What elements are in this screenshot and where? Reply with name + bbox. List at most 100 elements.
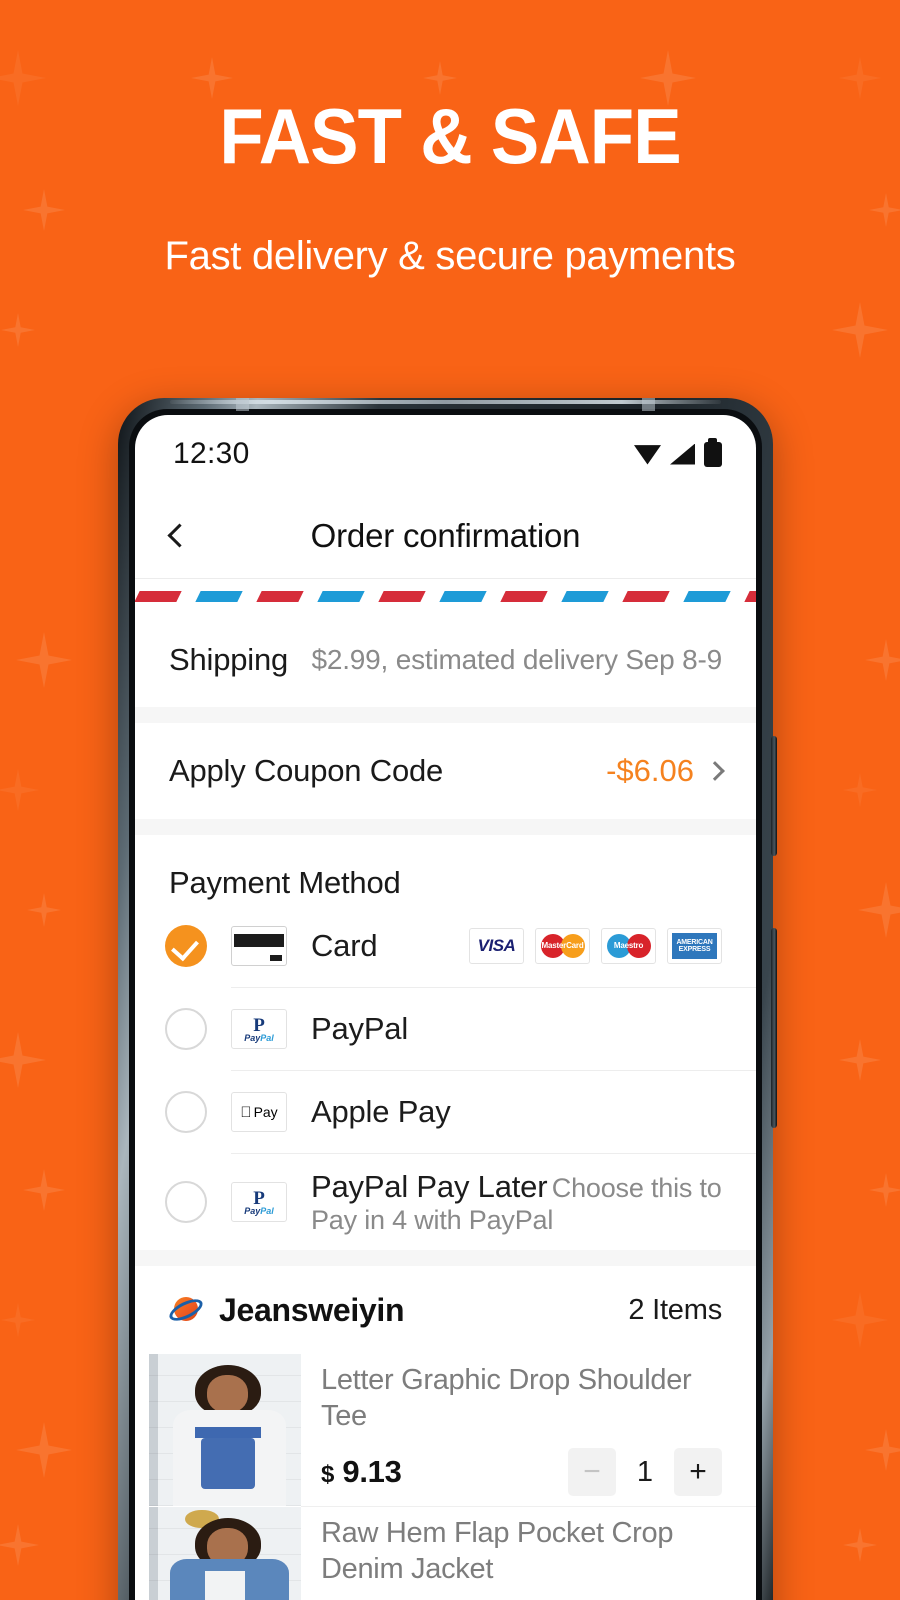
shipping-label: Shipping: [169, 642, 289, 677]
chevron-right-icon: [705, 761, 725, 781]
sparkle-icon: [1, 313, 35, 347]
product-details: Letter Graphic Drop Shoulder Tee $ 9.13 …: [301, 1354, 722, 1506]
sparkle-icon: [16, 632, 72, 688]
status-icons: [634, 437, 722, 467]
mastercard-wordmark: MasterCard: [541, 941, 584, 950]
payment-option-card[interactable]: Card VISA MasterCard Maestro AMERICAN EX…: [135, 905, 756, 987]
sparkle-icon: [23, 1169, 65, 1211]
decorative-dashed-stripe: [135, 579, 756, 613]
coupon-amount: -$6.06: [606, 753, 694, 788]
store-item-count: 2 Items: [628, 1293, 722, 1326]
amex-line-2: EXPRESS: [678, 946, 711, 953]
store-name: Jeansweiyin: [219, 1291, 405, 1328]
stripe-dash: [378, 590, 426, 602]
radio-paypal[interactable]: [165, 1008, 207, 1050]
hero-banner: FAST & SAFE Fast delivery & secure payme…: [0, 0, 900, 279]
maestro-circles: Maestro: [606, 934, 651, 958]
increase-quantity-button[interactable]: +: [674, 1448, 722, 1496]
product-thumbnail: [149, 1354, 301, 1506]
stripe-dash: [622, 590, 670, 602]
product-row[interactable]: Letter Graphic Drop Shoulder Tee $ 9.13 …: [135, 1354, 756, 1506]
card-chip: [270, 955, 282, 961]
sparkle-icon: [0, 1524, 39, 1566]
store-header-row[interactable]: Jeansweiyin 2 Items: [135, 1266, 756, 1354]
app-bar: Order confirmation: [135, 493, 756, 579]
stripe-dash: [683, 590, 731, 602]
apple-logo-glyph: : [240, 1105, 251, 1120]
price-value: 9.13: [342, 1454, 402, 1489]
decrease-quantity-button[interactable]: −: [568, 1448, 616, 1496]
radio-paypal-pay-later[interactable]: [165, 1181, 207, 1223]
product-title: Letter Graphic Drop Shoulder Tee: [321, 1364, 692, 1433]
store-identity: Jeansweiyin: [166, 1291, 405, 1329]
paypal-wordmark: PayPal: [244, 1205, 274, 1216]
phone-mockup: 12:30 Order confirmation Shipping $2.99,…: [118, 398, 777, 1600]
wifi-icon: [634, 445, 661, 465]
radio-apple-pay[interactable]: [165, 1091, 207, 1133]
sparkle-icon: [858, 882, 900, 938]
phone-screen: 12:30 Order confirmation Shipping $2.99,…: [135, 415, 756, 1600]
phone-bezel: 12:30 Order confirmation Shipping $2.99,…: [129, 409, 762, 1600]
payment-option-apple-pay-text: Apple Pay: [311, 1094, 722, 1130]
currency-symbol: $: [321, 1461, 335, 1488]
card-magnetic-stripe: [234, 934, 284, 947]
phone-top-edge-highlight: [170, 400, 721, 404]
antenna-band-right: [642, 398, 655, 411]
phone-side-button-top[interactable]: [771, 736, 777, 856]
payment-option-label: Card: [311, 928, 378, 963]
stripe-dash: [561, 590, 609, 602]
payment-option-card-text: Card: [311, 928, 469, 964]
phone-side-button-bottom[interactable]: [771, 928, 777, 1128]
shipping-row[interactable]: Shipping $2.99, estimated delivery Sep 8…: [135, 613, 756, 707]
sparkle-icon: [865, 1429, 900, 1471]
stripe-dash: [500, 590, 548, 602]
payment-option-label: PayPal Pay Later: [311, 1168, 548, 1204]
product-row[interactable]: Raw Hem Flap Pocket Crop Denim Jacket $ …: [135, 1507, 756, 1600]
sparkle-icon: [832, 1292, 888, 1348]
section-gap: [135, 1250, 756, 1266]
stripe-dash: [317, 590, 365, 602]
apple-pay-wordmark:  Pay: [240, 1104, 277, 1120]
amex-icon: AMERICAN EXPRESS: [667, 928, 722, 964]
sparkle-icon: [839, 1039, 881, 1081]
payment-option-paypal[interactable]: P PayPal PayPal: [135, 988, 756, 1070]
maestro-wordmark: Maestro: [613, 941, 644, 950]
product-price: $ 9.13: [321, 1454, 402, 1490]
radio-card-selected[interactable]: [165, 925, 207, 967]
amex-line-1: AMERICAN: [676, 938, 713, 946]
product-details: Raw Hem Flap Pocket Crop Denim Jacket $ …: [301, 1507, 722, 1600]
payment-option-paypal-pay-later[interactable]: P PayPal PayPal Pay Later Choose this to…: [135, 1154, 756, 1250]
shipping-value: $2.99, estimated delivery Sep 8-9: [311, 644, 722, 675]
visa-icon: VISA: [469, 928, 524, 964]
mastercard-icon: MasterCard: [535, 928, 590, 964]
payment-option-apple-pay[interactable]:  Pay Apple Pay: [135, 1071, 756, 1153]
paypal-icon: P PayPal: [231, 1009, 287, 1049]
back-button[interactable]: [143, 523, 215, 548]
quantity-stepper: − 1 +: [568, 1448, 722, 1496]
globe-icon: [166, 1293, 206, 1327]
antenna-band-left: [236, 398, 249, 411]
sparkle-icon: [869, 1173, 900, 1207]
visa-wordmark: VISA: [477, 936, 516, 955]
hero-subtitle: Fast delivery & secure payments: [164, 233, 736, 278]
apple-pay-icon:  Pay: [231, 1092, 287, 1132]
sparkle-icon: [843, 773, 877, 807]
stripe-dash: [439, 590, 487, 602]
sparkle-icon: [1, 1303, 35, 1337]
sparkle-icon: [27, 893, 61, 927]
payment-method-heading: Payment Method: [135, 835, 756, 905]
phone-frame: 12:30 Order confirmation Shipping $2.99,…: [118, 398, 777, 1600]
payment-option-paypal-text: PayPal: [311, 1011, 722, 1047]
card-brand-logos: VISA MasterCard Maestro AMERICAN EXPRESS: [469, 928, 722, 964]
product-price-and-qty: $ 9.13 − 1 +: [321, 1448, 722, 1496]
status-time: 12:30: [173, 437, 250, 470]
sparkle-icon: [843, 1528, 877, 1562]
payment-option-label: PayPal: [311, 1011, 409, 1046]
page-title: Order confirmation: [310, 516, 581, 554]
sparkle-icon: [16, 1422, 72, 1478]
product-title: Raw Hem Flap Pocket Crop Denim Jacket: [321, 1517, 674, 1586]
stripe-dash: [256, 590, 304, 602]
apply-coupon-row[interactable]: Apply Coupon Code -$6.06: [135, 723, 756, 819]
coupon-label: Apply Coupon Code: [169, 753, 444, 788]
sparkle-icon: [865, 639, 900, 681]
